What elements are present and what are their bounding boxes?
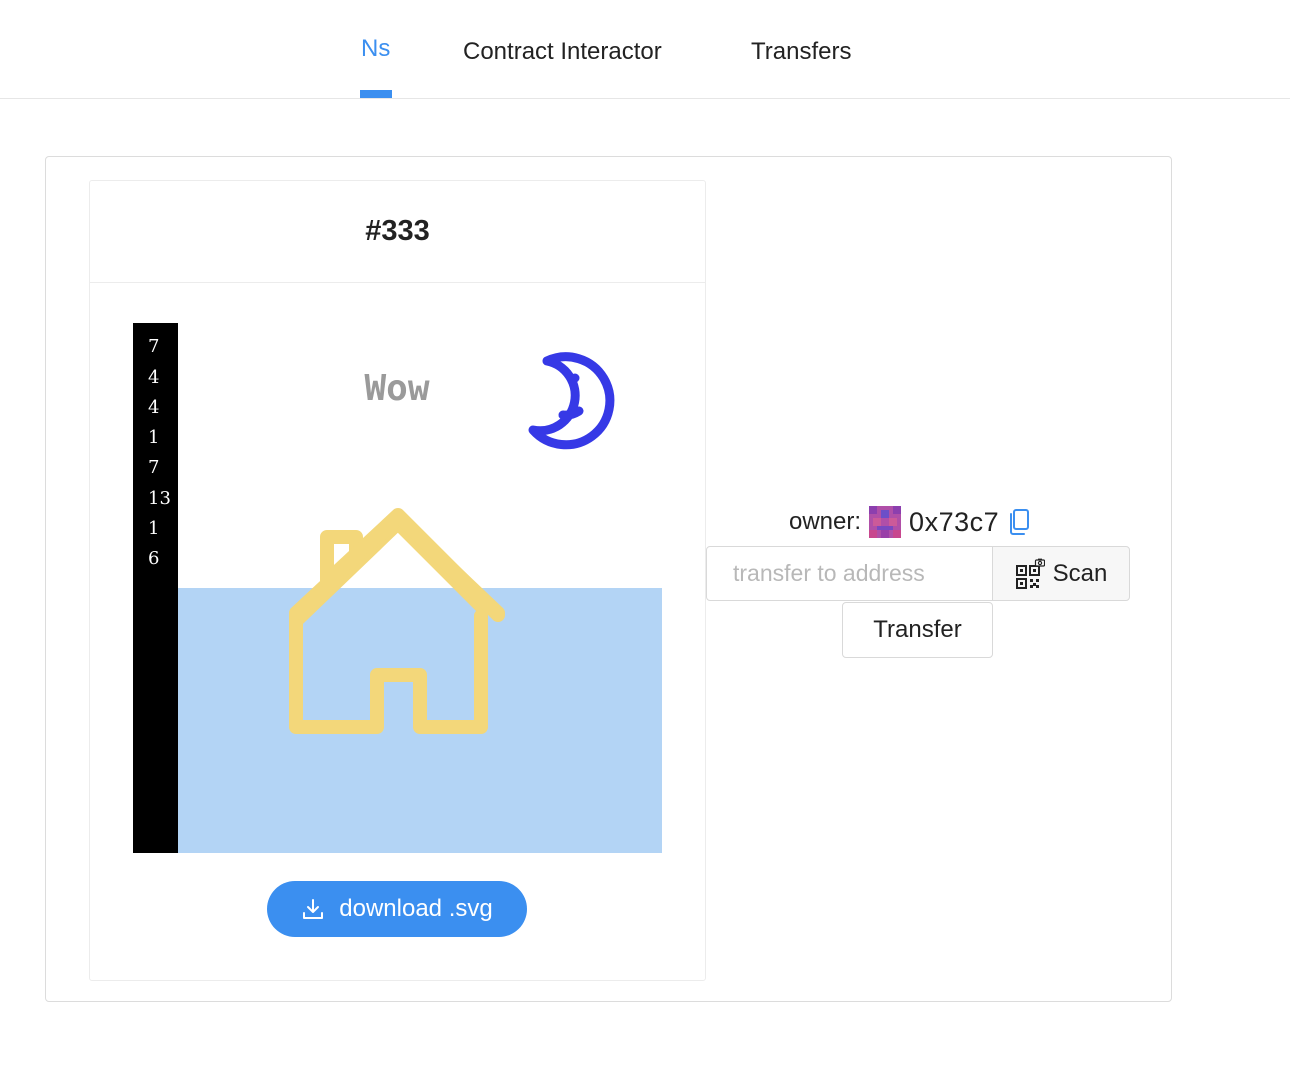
- artwork-number: 6: [148, 548, 159, 569]
- artwork-number: 1: [148, 518, 159, 539]
- qr-scan-icon: [1015, 558, 1045, 589]
- owner-avatar: [869, 506, 902, 538]
- download-label: download .svg: [339, 895, 493, 922]
- owner-address: 0x73c7: [909, 506, 1000, 537]
- nft-artwork: 7 4 4 1 7 13 1 6 Wow: [133, 323, 662, 853]
- transfer-address-input[interactable]: [706, 546, 994, 601]
- active-tab-indicator: [360, 90, 392, 98]
- tab-transfers[interactable]: Transfers: [751, 38, 851, 66]
- nft-title: #333: [365, 215, 430, 247]
- artwork-number: 13: [148, 488, 171, 509]
- artwork-number: 1: [148, 427, 159, 448]
- nft-card-header: #333: [90, 181, 705, 283]
- scan-button[interactable]: Scan: [992, 546, 1130, 601]
- download-svg-button[interactable]: download .svg: [267, 881, 527, 937]
- transfer-button[interactable]: Transfer: [842, 602, 993, 658]
- download-icon: [303, 899, 324, 919]
- tab-bar: Ns Contract Interactor Transfers: [0, 0, 1290, 99]
- tab-ns[interactable]: Ns: [361, 35, 390, 63]
- copy-icon[interactable]: [1007, 508, 1031, 536]
- tab-contract-interactor[interactable]: Contract Interactor: [463, 38, 662, 66]
- artwork-number: 4: [148, 367, 159, 388]
- owner-row: owner: 0x73c7: [789, 500, 1031, 544]
- owner-label: owner:: [789, 508, 862, 535]
- artwork-number: 7: [148, 457, 159, 478]
- artwork-number: 7: [148, 336, 159, 357]
- artwork-caption: Wow: [364, 368, 429, 409]
- artwork-number: 4: [148, 397, 159, 418]
- scan-label: Scan: [1052, 559, 1108, 587]
